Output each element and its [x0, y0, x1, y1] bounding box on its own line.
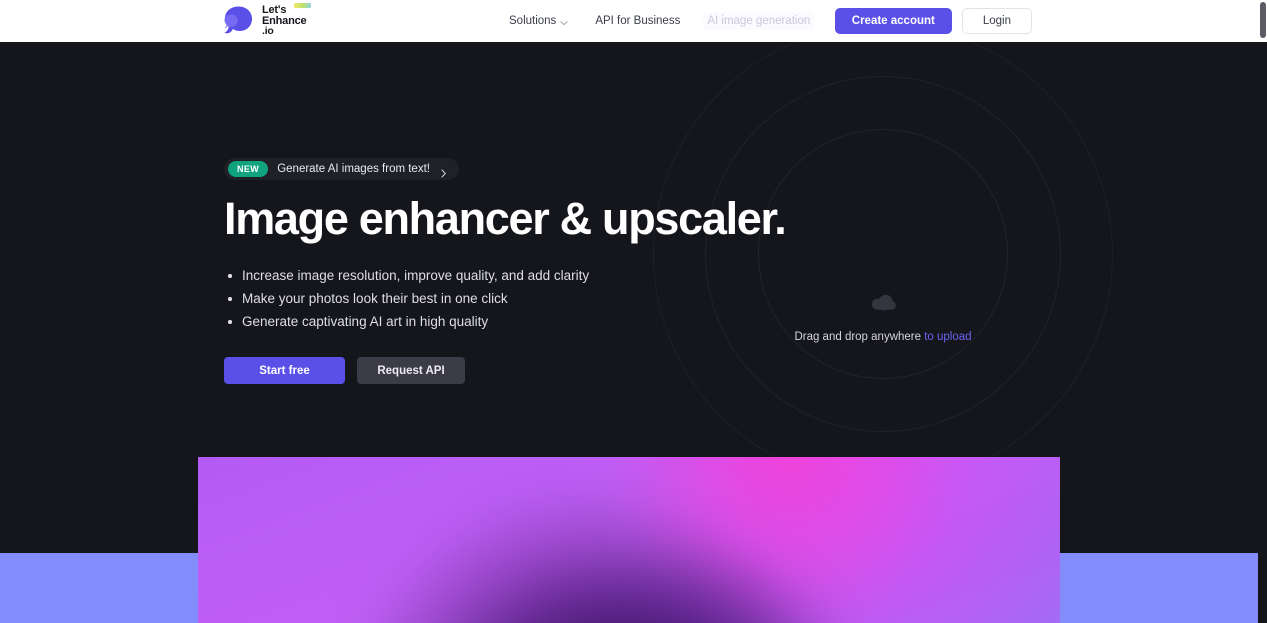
list-item: Make your photos look their best in one … [224, 289, 744, 308]
logo-blob-icon [222, 4, 256, 38]
nav-item-solutions[interactable]: Solutions [505, 12, 572, 30]
chevron-down-icon [560, 18, 568, 26]
nav-item-label: API for Business [595, 15, 681, 27]
create-account-button[interactable]: Create account [834, 8, 952, 34]
new-badge: NEW [228, 161, 269, 177]
scrollbar-thumb[interactable] [1260, 2, 1266, 38]
upload-dropzone[interactable]: Drag and drop anywhere to upload [760, 262, 1006, 372]
feature-list: Increase image resolution, improve quali… [224, 266, 744, 331]
list-item: Increase image resolution, improve quali… [224, 266, 744, 285]
logo[interactable]: Let's Enhance .io [222, 3, 311, 39]
nav-item-label: Solutions [509, 15, 557, 27]
new-feature-banner[interactable]: NEW Generate AI images from text! [224, 158, 459, 180]
image-preview-panel[interactable] [198, 457, 1060, 623]
nav-item-label: AI image generation [707, 15, 811, 27]
logo-gradient-bar [294, 3, 311, 9]
start-free-button[interactable]: Start free [224, 357, 345, 384]
page-title: Image enhancer & upscaler. [224, 193, 787, 244]
nav-item-ai-image-generation[interactable]: AI image generation [703, 12, 815, 30]
logo-line-3: .io [262, 25, 274, 38]
page-content: Let's Enhance .io Solutions API for Busi… [0, 0, 1258, 623]
browser-viewport: Let's Enhance .io Solutions API for Busi… [0, 0, 1267, 623]
login-button[interactable]: Login [961, 8, 1032, 34]
chevron-right-icon [439, 165, 448, 178]
dropzone-text: Drag and drop anywhere to upload [794, 331, 971, 343]
request-api-button[interactable]: Request API [357, 357, 465, 384]
upload-link[interactable]: to upload [924, 331, 971, 343]
cloud-upload-icon [866, 291, 900, 317]
site-header: Let's Enhance .io Solutions API for Busi… [0, 0, 1258, 42]
new-feature-label: Generate AI images from text! [277, 163, 430, 175]
nav-item-api-for-business[interactable]: API for Business [591, 12, 684, 30]
dropzone-label: Drag and drop anywhere [794, 331, 922, 343]
list-item: Generate captivating AI art in high qual… [224, 312, 744, 331]
ring-middle [705, 76, 1061, 432]
page-scrollbar[interactable] [1258, 0, 1267, 623]
logo-wordmark: Let's Enhance .io [262, 3, 311, 38]
hero-copy: NEW Generate AI images from text! Image … [224, 158, 787, 384]
blurred-preview-image [198, 457, 1060, 623]
header-actions: Create account Login [834, 0, 1032, 42]
hero-cta-group: Start free Request API [224, 357, 744, 384]
